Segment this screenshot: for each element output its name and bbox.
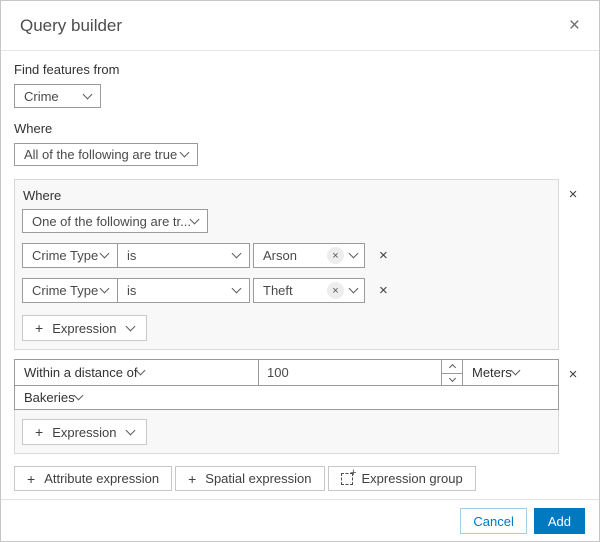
distance-input[interactable]	[259, 360, 441, 385]
field-value: Crime Type	[32, 248, 99, 263]
add-expression-group-button[interactable]: + Expression group	[327, 466, 476, 491]
chevron-down-icon	[136, 365, 146, 376]
distance-input-box	[258, 359, 463, 386]
group-remove-column: ×	[559, 359, 587, 382]
close-icon[interactable]: ×	[569, 16, 580, 35]
plus-icon: +	[350, 466, 357, 479]
group-where-label: Where	[23, 188, 62, 203]
chevron-down-icon	[231, 248, 242, 259]
find-features-from-label: Find features from	[14, 62, 120, 77]
source-layer-select[interactable]: Crime	[14, 84, 101, 108]
value-text: Theft	[263, 283, 293, 298]
chevron-up-icon	[448, 363, 456, 371]
distance-stepper	[441, 360, 462, 385]
field-value: Crime Type	[32, 283, 99, 298]
operator-select[interactable]: is	[117, 243, 250, 268]
chevron-down-icon	[189, 214, 200, 224]
chevron-down-icon	[125, 321, 135, 331]
add-buttons-row: + Attribute expression + Spatial express…	[14, 466, 587, 491]
value-select[interactable]: Arson ×	[253, 243, 365, 268]
stepper-down-button[interactable]	[442, 372, 462, 386]
add-expression-label: Expression	[52, 320, 117, 336]
add-expression-button[interactable]: + Expression	[22, 315, 147, 341]
expression-group-1: Where One of the following are tr... Cri…	[14, 179, 559, 350]
plus-icon: +	[188, 470, 197, 487]
plus-icon: +	[35, 424, 44, 440]
add-button[interactable]: Add	[533, 508, 585, 534]
operator-value: is	[127, 248, 137, 263]
dialog-content: Find features from Crime Where All of th…	[1, 51, 599, 499]
chevron-down-icon	[125, 425, 135, 435]
expression-row: Crime Type is Theft × ×	[22, 278, 550, 303]
remove-group-icon[interactable]: ×	[569, 187, 578, 202]
expression-group-label: Expression group	[361, 471, 463, 486]
add-spatial-expression-button[interactable]: + Spatial expression	[175, 466, 325, 491]
attribute-expression-label: Attribute expression	[44, 471, 160, 486]
stepper-up-button[interactable]	[442, 360, 462, 373]
expression-group-2: Within a distance of Meters	[14, 359, 559, 454]
expression-group-1-inner: Where One of the following are tr... Cri…	[15, 180, 558, 349]
field-select[interactable]: Crime Type	[22, 278, 118, 303]
value-select[interactable]: Theft ×	[253, 278, 365, 303]
expression-group-2-wrap: Within a distance of Meters	[14, 359, 587, 454]
plus-icon: +	[27, 470, 36, 487]
unit-value: Meters	[472, 365, 512, 380]
chevron-down-icon	[179, 147, 190, 158]
chevron-down-icon	[348, 248, 359, 259]
chevron-down-icon	[82, 89, 93, 99]
query-builder-dialog: Query builder × Find features from Crime…	[0, 0, 600, 542]
layer-select[interactable]: Bakeries	[14, 385, 559, 410]
add-expression-label: Expression	[52, 424, 117, 440]
spatial-type-value: Within a distance of	[24, 365, 138, 380]
top-operator-value: All of the following are true	[24, 147, 178, 162]
spatial-expression-row: Within a distance of Meters	[14, 359, 559, 386]
expression-group-icon: +	[340, 467, 357, 485]
expression-group-1-wrap: Where One of the following are tr... Cri…	[14, 179, 587, 350]
unit-select[interactable]: Meters	[462, 359, 559, 386]
chevron-down-icon	[448, 374, 456, 382]
group-operator-value: One of the following are tr...	[32, 213, 191, 229]
clear-value-icon[interactable]: ×	[327, 282, 344, 299]
source-layer-value: Crime	[24, 88, 59, 104]
group-remove-column: ×	[559, 179, 587, 202]
clear-value-icon[interactable]: ×	[327, 247, 344, 264]
dialog-header: Query builder ×	[1, 1, 599, 51]
spatial-expression-label: Spatial expression	[205, 471, 312, 486]
top-operator-select[interactable]: All of the following are true	[14, 143, 198, 166]
operator-value: is	[127, 283, 137, 298]
remove-row-icon[interactable]: ×	[379, 283, 388, 298]
plus-icon: +	[35, 320, 44, 336]
spatial-type-select[interactable]: Within a distance of	[14, 359, 259, 386]
remove-row-icon[interactable]: ×	[379, 248, 388, 263]
expression-row: Crime Type is Arson × ×	[22, 243, 550, 268]
cancel-button[interactable]: Cancel	[460, 508, 527, 534]
chevron-down-icon	[99, 283, 110, 294]
layer-value: Bakeries	[24, 390, 75, 405]
chevron-down-icon	[231, 283, 242, 294]
dialog-footer: Cancel Add	[1, 499, 599, 541]
add-attribute-expression-button[interactable]: + Attribute expression	[14, 466, 173, 491]
chevron-down-icon	[99, 248, 110, 259]
operator-select[interactable]: is	[117, 278, 250, 303]
group-operator-select[interactable]: One of the following are tr...	[22, 209, 208, 233]
value-text: Arson	[263, 248, 297, 263]
field-select[interactable]: Crime Type	[22, 243, 118, 268]
remove-group-icon[interactable]: ×	[569, 367, 578, 382]
add-expression-button[interactable]: + Expression	[22, 419, 147, 445]
where-label: Where	[14, 121, 53, 136]
chevron-down-icon	[348, 283, 359, 294]
dialog-title: Query builder	[20, 15, 123, 35]
